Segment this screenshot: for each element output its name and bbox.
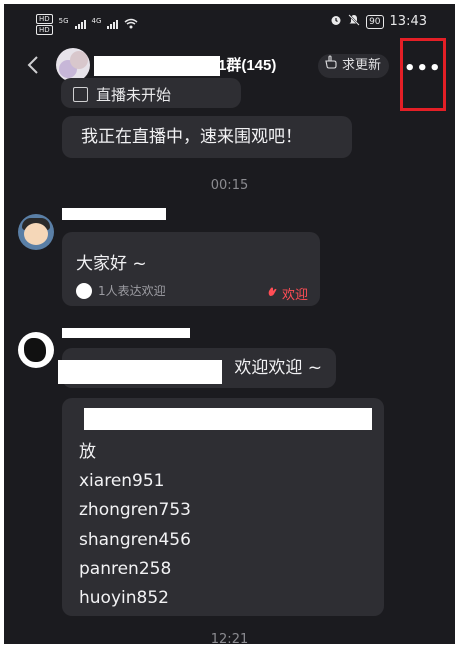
list-lines: 放 xiaren951 zhongren753 shangren456 panr… [79, 438, 191, 613]
avatar[interactable] [18, 332, 54, 368]
status-bar: HD HD 5G 4G 90 13:43 [4, 4, 455, 44]
clock: 13:43 [389, 14, 427, 29]
message-text: 我正在直播中，速来围观吧！ [81, 127, 302, 147]
reaction-summary-text: 1人表达欢迎 [98, 284, 166, 298]
hand-pointer-icon [324, 54, 338, 78]
status-left: HD HD 5G 4G [36, 14, 138, 35]
battery-indicator: 90 [366, 14, 384, 29]
list-line: panren258 [79, 558, 172, 579]
message-bubble[interactable]: 直播未开始 [61, 78, 241, 108]
alarm-icon [330, 14, 342, 29]
mute-icon [348, 14, 360, 29]
reactor-avatar [76, 282, 92, 299]
group-avatar[interactable] [56, 48, 90, 82]
message-text: 欢迎欢迎 ~ [234, 358, 322, 378]
message-bubble[interactable]: 放 xiaren951 zhongren753 shangren456 panr… [62, 398, 384, 616]
list-line: xiaren951 [79, 471, 165, 492]
request-update-label: 求更新 [342, 58, 382, 73]
request-update-button[interactable]: 求更新 [318, 54, 390, 78]
group-title[interactable]: 1群(145) [218, 54, 276, 75]
welcome-button[interactable]: 欢迎 [267, 284, 308, 303]
sim2-badge: HD [36, 25, 53, 35]
network2-label: 4G [91, 16, 102, 25]
message-text: 直播未开始 [96, 86, 172, 104]
signal1-icon [74, 20, 86, 29]
list-line: zhongren753 [79, 500, 191, 521]
timestamp: 00:15 [210, 178, 249, 193]
message-text: 大家好 ~ [76, 254, 147, 274]
reaction-summary[interactable]: 1人表达欢迎 [76, 282, 166, 299]
wave-hand-icon [267, 286, 278, 301]
redacted-mention [58, 360, 222, 384]
message-bubble[interactable]: 大家好 ~ 1人表达欢迎 欢迎 [62, 232, 320, 306]
sim1-badge: HD [36, 14, 53, 24]
list-line: 放 [79, 442, 96, 462]
chat-screen: HD HD 5G 4G 90 13:43 1群(145) 求更新 ••• 直播未… [4, 4, 455, 644]
red-highlight-box [400, 38, 446, 111]
wifi-icon [124, 18, 138, 32]
sim-badges: HD HD [36, 14, 53, 35]
list-line: huoyin852 [79, 588, 169, 609]
status-right: 90 13:43 [330, 14, 427, 29]
redacted-group-name [94, 56, 220, 76]
network1-label: 5G [58, 16, 69, 25]
welcome-label: 欢迎 [281, 288, 308, 303]
redacted-sender-name [62, 208, 166, 220]
redacted-list-header [84, 408, 372, 430]
redacted-sender-name [62, 328, 190, 338]
message-bubble[interactable]: 我正在直播中，速来围观吧！ [62, 116, 352, 158]
signal2-icon [107, 20, 119, 29]
live-icon [73, 87, 88, 102]
timestamp: 12:21 [210, 632, 249, 644]
chevron-left-icon[interactable] [26, 54, 40, 81]
list-line: shangren456 [79, 529, 191, 550]
avatar[interactable] [18, 214, 54, 250]
